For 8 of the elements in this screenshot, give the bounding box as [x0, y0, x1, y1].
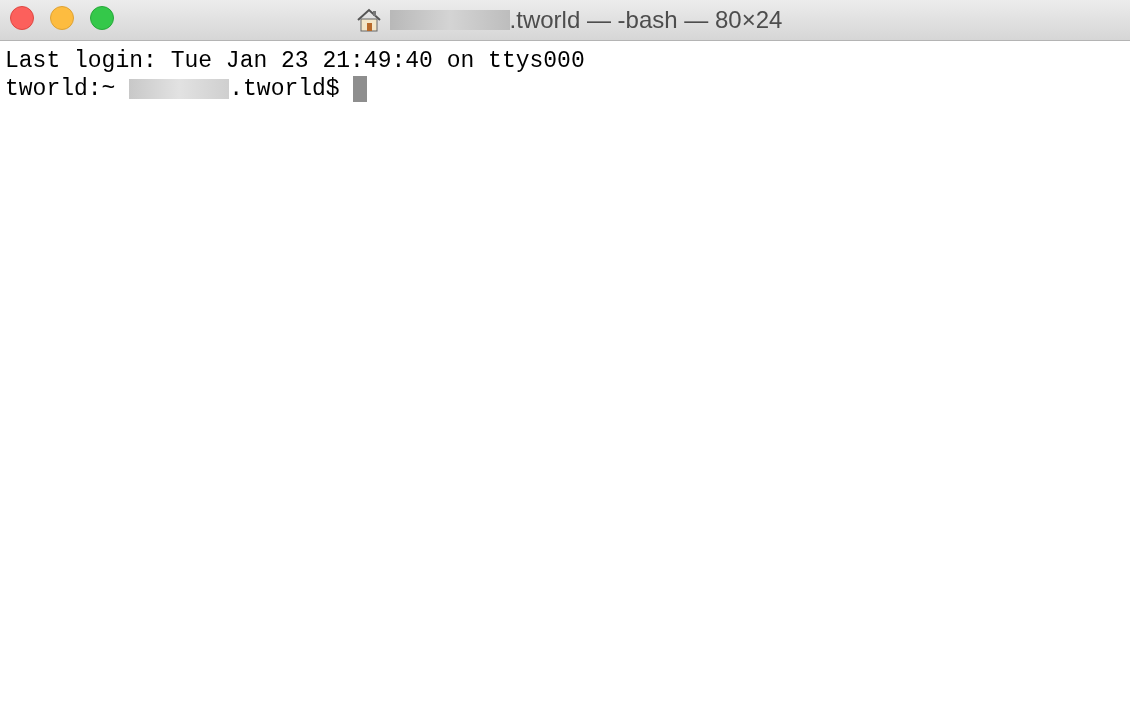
- minimize-button[interactable]: [50, 6, 74, 30]
- window-title: .tworld — -bash — 80×24: [509, 5, 783, 35]
- home-icon: [355, 7, 382, 33]
- terminal-line: Last login: Tue Jan 23 21:49:40 on ttys000: [5, 47, 585, 75]
- terminal-line: .tworld$: [229, 75, 341, 103]
- close-button[interactable]: [10, 6, 34, 30]
- zoom-button[interactable]: [90, 6, 114, 30]
- terminal-line: tworld:~: [5, 75, 117, 103]
